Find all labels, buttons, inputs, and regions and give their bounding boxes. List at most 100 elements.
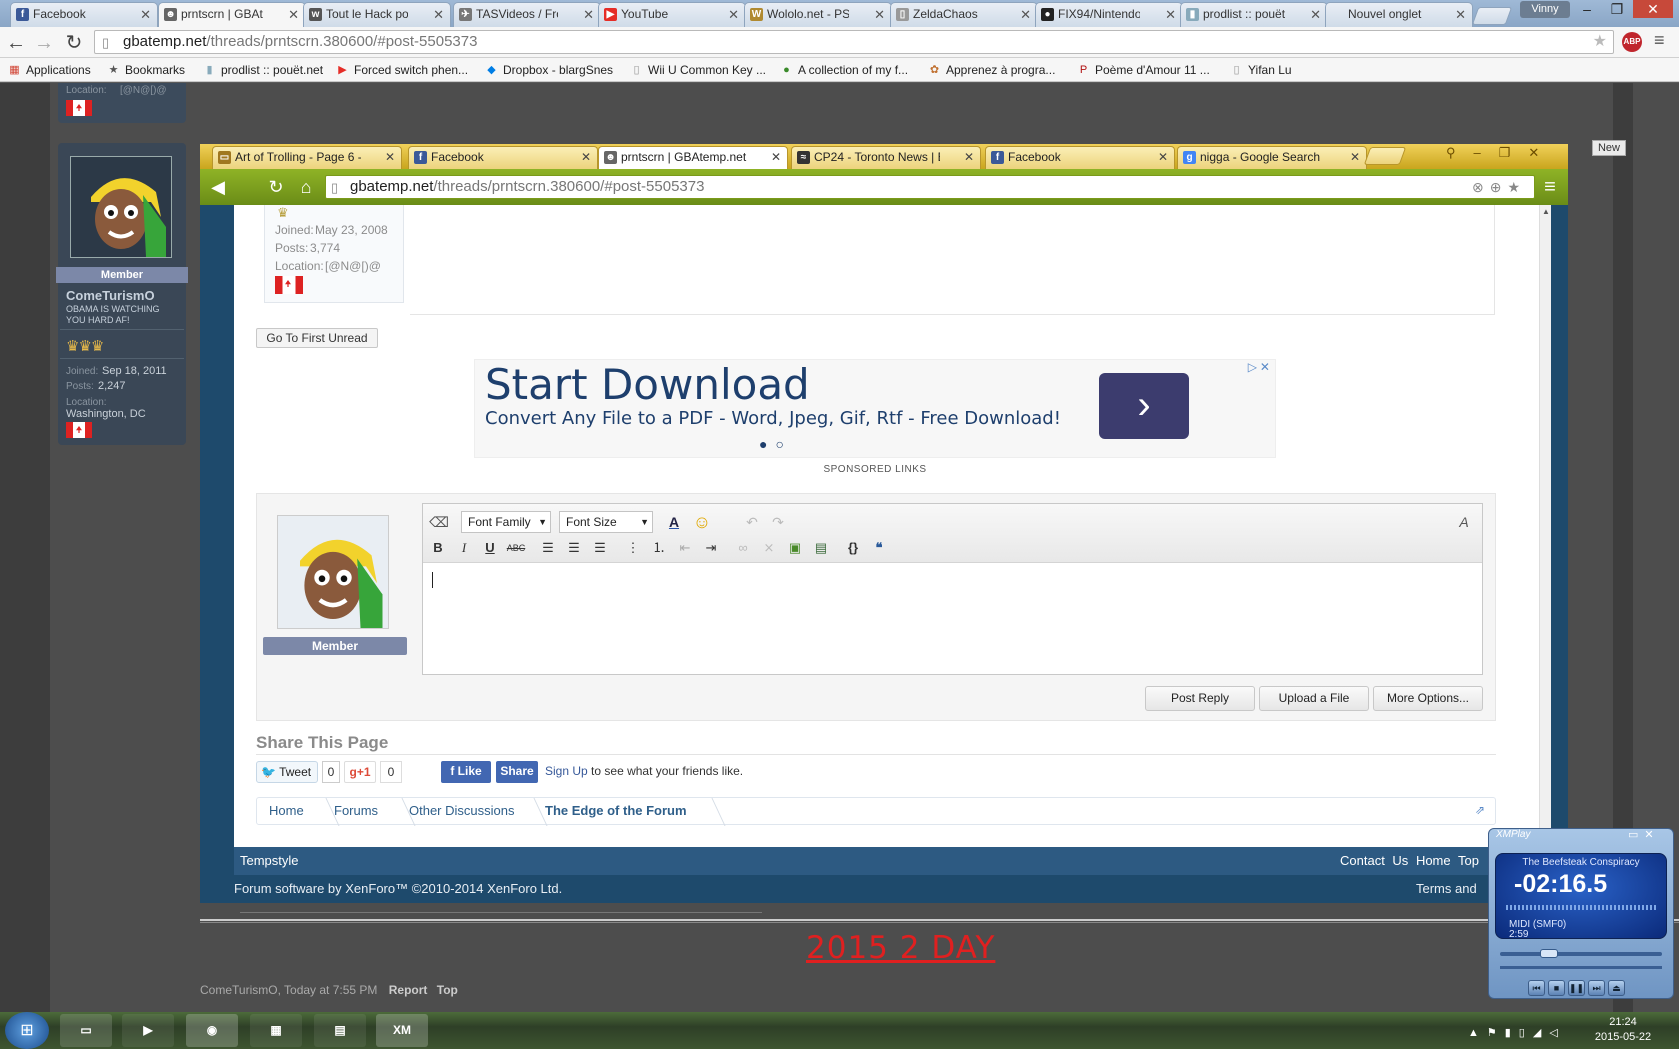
movie-studio-icon[interactable]: ▤ (314, 1014, 366, 1047)
tray-icons[interactable]: ▲⚑▮▯◢◁ (1468, 1026, 1566, 1039)
back-icon[interactable]: ← (4, 31, 28, 55)
close-tab-icon[interactable]: ✕ (1350, 147, 1360, 168)
url-path: /threads/prntscrn.380600/#post-5505373 (433, 178, 705, 195)
close-tab-icon[interactable]: ✕ (1158, 147, 1168, 168)
previous-icon[interactable]: ⏮ (1528, 980, 1545, 996)
tab[interactable]: ▮ prodlist :: pouët.n ✕ (1180, 2, 1328, 27)
close-tab-icon[interactable]: ✕ (581, 147, 591, 168)
close-tab-icon[interactable]: ✕ (771, 147, 781, 168)
volume-bar[interactable] (1500, 966, 1662, 969)
new-badge: New (1592, 140, 1626, 156)
top-link[interactable]: Top (437, 983, 458, 997)
smiley-icon: ☺ (692, 512, 712, 532)
tweet-button: 🐦 Tweet (256, 761, 318, 783)
tab[interactable]: w Tout le Hack pou ✕ (303, 2, 451, 27)
joined-key: Joined: (66, 366, 99, 377)
bookmark-item[interactable]: ● A collection of my f... (780, 62, 908, 78)
bookmark-item[interactable]: ◆ Dropbox - blargSnes (485, 62, 613, 78)
adblock-icon[interactable]: ABP (1622, 32, 1642, 52)
inner-new-tab-button (1363, 147, 1407, 165)
message-body-border (410, 205, 1495, 315)
page-icon: ▯ (1233, 64, 1240, 76)
tab[interactable]: g nigga - Google Search ✕ (1177, 146, 1367, 169)
next-icon[interactable]: ⏭ (1588, 980, 1605, 996)
eject-icon[interactable]: ⏏ (1608, 980, 1625, 996)
close-tab-icon[interactable]: ✕ (964, 147, 974, 168)
tab[interactable]: W Wololo.net - PS4 ✕ (744, 2, 892, 27)
close-tab-icon[interactable]: ✕ (583, 3, 594, 26)
tab[interactable]: ✈ TASVideos / Fron ✕ (453, 2, 601, 27)
tab[interactable]: ☻ prntscrn | GBAtemp ✕ (158, 2, 306, 28)
close-window-icon[interactable]: ✕ (1633, 0, 1673, 18)
external-link-icon: ⇗ (1475, 803, 1486, 817)
circle-icon: ● (783, 64, 790, 76)
close-tab-icon[interactable]: ✕ (874, 3, 885, 26)
tab[interactable]: f Facebook ✕ (10, 2, 158, 27)
bookmark-star-icon[interactable]: ★ (1593, 31, 1607, 53)
start-button[interactable]: ⊞ (5, 1012, 49, 1049)
bookmark-item[interactable]: ▮ prodlist :: pouët.net (203, 62, 323, 78)
editor-toolbar: ⌫ Font Family ▼ Font Size ▼ A ☺ ↶ ↷ A B I … (423, 504, 1482, 563)
pause-icon[interactable]: ❚❚ (1568, 980, 1585, 996)
menu-icon[interactable]: ≡ (1654, 30, 1665, 51)
user-title-badge: Member (263, 637, 407, 655)
bookmark-item[interactable]: ✿ Apprenez à progra... (928, 62, 1056, 78)
tab[interactable]: f Facebook ✕ (985, 146, 1175, 169)
close-tab-icon[interactable]: ✕ (1310, 3, 1321, 26)
bookmark-item[interactable]: ▶ Forced switch phen... (336, 62, 468, 78)
xmplay-window-controls[interactable]: ▭✕ (1628, 828, 1660, 841)
windows-store-icon[interactable]: ▦ (250, 1014, 302, 1047)
seek-bar[interactable] (1500, 949, 1662, 958)
close-tab-icon[interactable]: ✕ (140, 3, 151, 26)
close-tab-icon[interactable]: ✕ (728, 3, 739, 26)
clock[interactable]: 21:24 2015-05-22 (1588, 1015, 1658, 1045)
reload-icon[interactable]: ↻ (62, 31, 86, 55)
close-tab-icon[interactable]: ✕ (288, 3, 299, 26)
media-player-icon[interactable]: ▶ (122, 1014, 174, 1047)
forward-icon[interactable]: → (32, 31, 56, 55)
username[interactable]: ComeTurismO (66, 288, 155, 303)
report-link[interactable]: Report (389, 983, 428, 997)
strikethrough-icon: ABC (506, 543, 526, 553)
close-tab-icon[interactable]: ✕ (1020, 3, 1031, 26)
message-user-info: ♛ Joined: May 23, 2008 Posts: 3,774 Loca… (264, 205, 404, 303)
close-tab-icon[interactable]: ✕ (433, 3, 444, 26)
stop-icon[interactable]: ■ (1548, 980, 1565, 996)
new-tab-button[interactable] (1471, 7, 1513, 25)
xmplay-taskbar-icon[interactable]: XM (376, 1014, 428, 1047)
chrome-icon[interactable]: ◉ (186, 1014, 238, 1047)
close-tab-icon[interactable]: ✕ (1455, 3, 1466, 26)
explorer-icon[interactable]: ▭ (60, 1014, 112, 1047)
page-icon: ▯ (102, 35, 110, 50)
location-key: Location: (66, 397, 107, 408)
minimize-icon[interactable]: – (1573, 0, 1601, 18)
close-tab-icon[interactable]: ✕ (1165, 3, 1176, 26)
divider (200, 919, 1679, 921)
tab-title: prntscrn | GBAtemp (181, 7, 263, 21)
track-time: -02:16.5 (1514, 870, 1608, 898)
bookmark-item[interactable]: P Poème d'Amour 11 ... (1077, 62, 1210, 78)
bookmark-item[interactable]: ★ Bookmarks (107, 62, 185, 78)
tab[interactable]: ▭ Art of Trolling - Page 6 - T ✕ (212, 146, 402, 169)
bookmark-label: Apprenez à progra... (946, 63, 1056, 77)
avatar[interactable] (70, 156, 172, 258)
bookmark-item[interactable]: ▦ Applications (8, 62, 90, 78)
link-icon: ∞ (738, 540, 748, 555)
maximize-icon[interactable]: ❐ (1603, 0, 1631, 18)
close-tab-icon[interactable]: ✕ (385, 147, 395, 168)
tab[interactable]: ▯ ZeldaChaos ✕ (890, 2, 1038, 27)
tab[interactable]: ● FIX94/Nintendo ✕ (1035, 2, 1183, 27)
bookmark-item[interactable]: ▯ Yifan Lu (1230, 62, 1291, 78)
tab[interactable]: Nouvel onglet ✕ (1325, 2, 1473, 27)
tab[interactable]: ☻ prntscrn | GBAtemp.net - ✕ (598, 146, 788, 169)
post-time[interactable]: Today at 7:55 PM (284, 983, 377, 997)
tab[interactable]: ▶ YouTube ✕ (598, 2, 746, 27)
tab[interactable]: f Facebook ✕ (408, 146, 598, 169)
dropbox-icon: ◆ (487, 64, 496, 76)
profile-badge[interactable]: Vinny (1520, 1, 1570, 18)
post-author[interactable]: ComeTurismO (200, 983, 278, 997)
address-bar[interactable]: ▯ gbatemp.net/threads/prntscrn.380600/#p… (94, 30, 1614, 54)
bookmark-item[interactable]: ▯ Wii U Common Key ... (630, 62, 766, 78)
tab[interactable]: ≈ CP24 - Toronto News | Bre ✕ (791, 146, 981, 169)
seek-thumb[interactable] (1540, 949, 1558, 958)
